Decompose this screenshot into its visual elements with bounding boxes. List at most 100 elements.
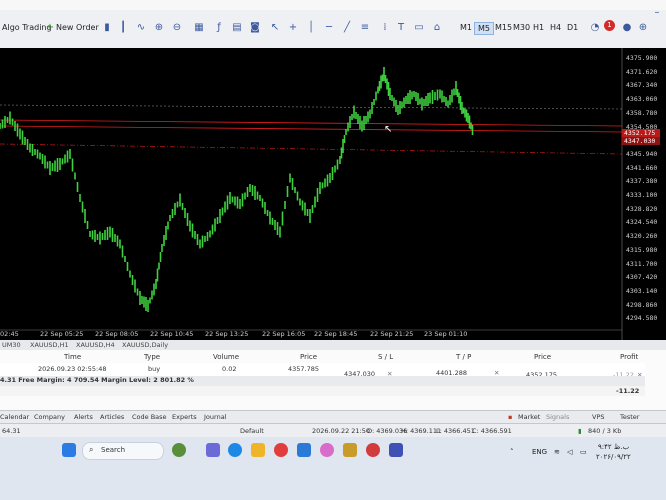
notifications-icon[interactable]: ◔	[588, 21, 602, 35]
col-type[interactable]: Type	[144, 353, 160, 361]
price-tick-label: 4337.380	[626, 177, 658, 186]
line-chart-icon[interactable]: ∿	[134, 21, 148, 35]
windows-taskbar: ⌕ Search ˄ ENG ≋ ◁ ▭ ۹:۴۲ ب.ظ ۲۰۲۶/۰۹/۲۲	[0, 437, 666, 500]
stop-loss-badge: 4347.030	[622, 137, 660, 145]
price-tick-label: 4371.620	[626, 67, 658, 76]
battery-icon[interactable]: ▭	[580, 448, 587, 456]
text-icon[interactable]: T	[394, 21, 408, 35]
zoom-in-icon[interactable]: ⊕	[152, 21, 166, 35]
col-sl[interactable]: S / L	[378, 353, 393, 361]
tab-xauusd-h1[interactable]: XAUUSD,H1	[30, 341, 69, 349]
tab-articles[interactable]: Articles	[100, 413, 124, 421]
status-datetime: 2026.09.22 21:50	[312, 427, 371, 435]
tile-windows-icon[interactable]: ▦	[192, 21, 206, 35]
vertical-line-icon[interactable]: │	[304, 21, 318, 35]
price-tick-label: 4315.980	[626, 245, 658, 254]
col-volume[interactable]: Volume	[213, 353, 239, 361]
price-tick-label: 4341.660	[626, 163, 658, 172]
app-icon[interactable]	[366, 443, 380, 457]
order-open-line	[0, 119, 623, 127]
tab-alerts[interactable]: Alerts	[74, 413, 93, 421]
tab-code-base[interactable]: Code Base	[132, 413, 167, 421]
price-tick-label: 4320.260	[626, 232, 658, 241]
chart-type-icon[interactable]: ▮	[100, 21, 114, 35]
edge-icon[interactable]	[228, 443, 242, 457]
label-icon[interactable]: ▭	[412, 21, 426, 35]
price-tick-label: 4375.900	[626, 54, 658, 62]
timeframe-m1[interactable]: M1	[457, 22, 475, 33]
col-profit[interactable]: Profit	[620, 353, 638, 361]
status-profile: Default	[240, 427, 264, 435]
metatrader-icon[interactable]	[389, 443, 403, 457]
clock-time[interactable]: ۹:۴۲ ب.ظ	[598, 443, 629, 451]
tab-xauusd-daily[interactable]: XAUUSD,Daily	[122, 341, 168, 349]
tab-journal[interactable]: Journal	[204, 413, 226, 421]
price-tick-label: 4333.100	[626, 191, 658, 199]
status-close: C: 4366.591	[472, 427, 512, 435]
mouse-cursor-icon: ↖	[384, 124, 393, 135]
timeframe-m5[interactable]: M5	[474, 22, 494, 35]
tab-calendar[interactable]: Calendar	[0, 413, 29, 421]
taskbar-search[interactable]: ⌕ Search	[82, 442, 164, 460]
crosshair-icon[interactable]: +	[286, 21, 300, 35]
col-price[interactable]: Price	[300, 353, 317, 361]
order-row[interactable]: 2026.09.23 02:55:48 buy 0.02 4357.785 43…	[0, 363, 645, 379]
price-chart[interactable]: 4375.900 4371.620 4367.340 4363.060 4358.780…	[0, 48, 666, 340]
bid-line	[0, 125, 623, 133]
col-tp[interactable]: T / P	[456, 353, 471, 361]
tab-company[interactable]: Company	[34, 413, 65, 421]
col-time[interactable]: Time	[64, 353, 81, 361]
tab-xauusd-h4[interactable]: XAUUSD,H4	[76, 341, 115, 349]
tab-signals[interactable]: Signals	[546, 413, 569, 421]
volume-icon[interactable]: ◁	[567, 448, 572, 456]
horizontal-line-icon[interactable]: ─	[322, 21, 336, 35]
entry-price-line	[0, 104, 623, 110]
channel-icon[interactable]: ≡	[358, 21, 372, 35]
price-tick-label: 4298.860	[626, 300, 658, 309]
timeframe-h4[interactable]: H4	[547, 22, 564, 33]
shapes-icon[interactable]: ⌂	[430, 21, 444, 35]
language-indicator[interactable]: ENG	[532, 448, 547, 456]
tab-um30[interactable]: UM30	[2, 341, 21, 349]
templates-icon[interactable]: ▤	[230, 21, 244, 35]
col-current-price[interactable]: Price	[534, 353, 551, 361]
start-icon[interactable]	[62, 443, 76, 457]
indicators-icon[interactable]: ƒ	[212, 21, 226, 35]
file-explorer-icon[interactable]	[251, 443, 265, 457]
task-view-icon[interactable]	[206, 443, 220, 457]
zoom-out-icon[interactable]: ⊖	[170, 21, 184, 35]
screenshot-icon[interactable]: ◙	[248, 21, 262, 35]
wifi-icon[interactable]: ≋	[554, 448, 560, 456]
add-icon[interactable]: ⊕	[636, 21, 650, 35]
store-icon[interactable]	[297, 443, 311, 457]
time-tick-label: 22 Sep 05:25	[40, 330, 84, 338]
tray-chevron-icon[interactable]: ˄	[510, 448, 514, 456]
widgets-icon[interactable]	[172, 443, 186, 457]
trendline-icon[interactable]: ╱	[340, 21, 354, 35]
copilot-icon[interactable]	[320, 443, 334, 457]
tab-market[interactable]: Market	[518, 413, 540, 421]
balance-row: 4.31 Free Margin: 4 709.54 Margin Level:…	[0, 376, 645, 386]
clock-date[interactable]: ۲۰۲۶/۰۹/۲۲	[596, 453, 631, 461]
timeframe-h1[interactable]: H1	[530, 22, 547, 33]
minimize-icon[interactable]: –	[650, 6, 664, 20]
new-order-button[interactable]: New Order	[56, 23, 99, 32]
candles-icon[interactable]: ┃	[116, 21, 130, 35]
total-profit: -11.22	[616, 387, 640, 395]
time-tick-label: 22 Sep 13:25	[205, 330, 249, 338]
balance-summary: 4.31 Free Margin: 4 709.54 Margin Level:…	[0, 376, 194, 384]
cursor-icon[interactable]: ↖	[268, 21, 282, 35]
tab-tester[interactable]: Tester	[620, 413, 639, 421]
folder-icon[interactable]	[343, 443, 357, 457]
order-type: buy	[148, 365, 161, 373]
tab-experts[interactable]: Experts	[172, 413, 197, 421]
status-traffic: 840 / 3 Kb	[588, 427, 622, 435]
tab-vps[interactable]: VPS	[592, 413, 605, 421]
bid-price-badge: 4352.175	[622, 129, 660, 137]
fibonacci-icon[interactable]: ⁞	[378, 21, 392, 35]
status-low: L: 4366.451	[436, 427, 475, 435]
chrome-icon[interactable]	[274, 443, 288, 457]
timeframe-d1[interactable]: D1	[564, 22, 581, 33]
connection-icon: ▮	[578, 427, 582, 435]
profile-icon[interactable]: ●	[620, 21, 634, 35]
